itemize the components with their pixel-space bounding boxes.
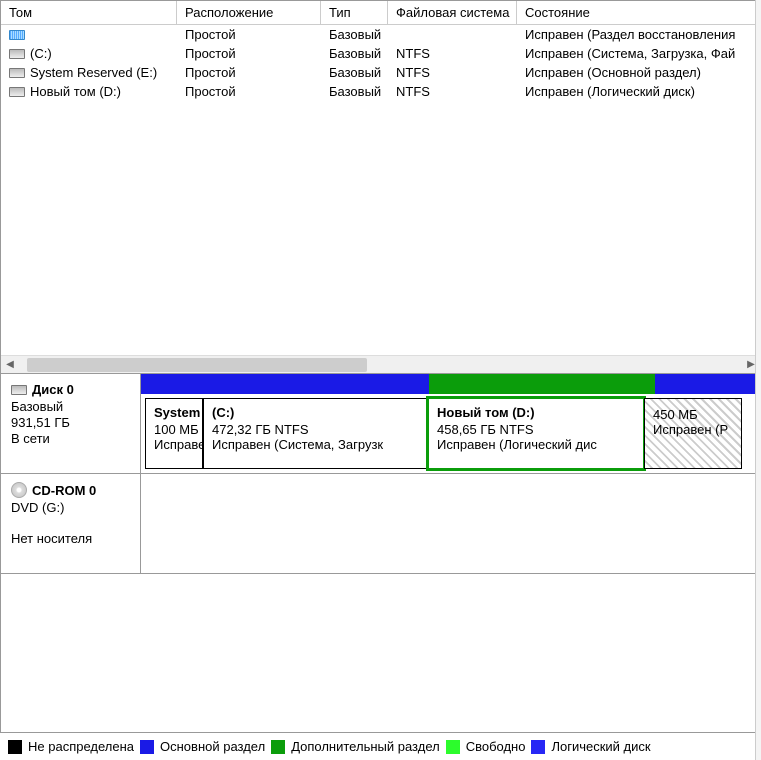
disk-type: Базовый — [11, 399, 130, 414]
disk-size — [11, 516, 130, 530]
volume-row[interactable]: (C:) Простой Базовый NTFS Исправен (Сист… — [1, 44, 760, 63]
partition-system[interactable]: System 100 МБ Исправен — [145, 398, 203, 469]
volume-row[interactable]: System Reserved (E:) Простой Базовый NTF… — [1, 63, 760, 82]
volume-row[interactable]: Простой Базовый Исправен (Раздел восстан… — [1, 25, 760, 44]
col-header-status[interactable]: Состояние — [517, 1, 757, 24]
volume-type: Базовый — [321, 64, 388, 81]
col-header-type[interactable]: Тип — [321, 1, 388, 24]
volume-name: Новый том (D:) — [30, 84, 121, 99]
partition-size: 450 МБ — [653, 407, 733, 422]
col-header-layout[interactable]: Расположение — [177, 1, 321, 24]
partition-status: Исправен (Р — [653, 422, 733, 437]
disk-type: DVD (G:) — [11, 500, 130, 515]
legend-swatch-extended — [271, 740, 285, 754]
partition-title: System — [154, 405, 194, 420]
legend-swatch-logical — [531, 740, 545, 754]
disk-info: CD-ROM 0 DVD (G:) Нет носителя — [1, 474, 141, 573]
partition-recovery[interactable]: 450 МБ Исправен (Р — [644, 398, 742, 469]
partition-size: 458,65 ГБ NTFS — [437, 422, 635, 437]
volume-list-header: Том Расположение Тип Файловая система Со… — [1, 1, 760, 25]
disk-state: В сети — [11, 431, 130, 446]
legend-label: Свободно — [466, 739, 526, 754]
legend-label: Не распределена — [28, 739, 134, 754]
volume-icon — [9, 68, 25, 78]
volume-type: Базовый — [321, 45, 388, 62]
col-header-volume[interactable]: Том — [1, 1, 177, 24]
scroll-thumb[interactable] — [27, 358, 367, 372]
disk-header-bar — [141, 374, 760, 394]
volume-status: Исправен (Система, Загрузка, Фай — [517, 45, 757, 62]
hdd-icon — [11, 385, 27, 395]
disk-map: Диск 0 Базовый 931,51 ГБ В сети System 1… — [1, 373, 760, 574]
partition-title: (C:) — [212, 405, 419, 420]
volume-fs: NTFS — [388, 83, 517, 100]
partition-size: 100 МБ — [154, 422, 194, 437]
partition-status: Исправен (Система, Загрузк — [212, 437, 419, 452]
primary-region-bar — [141, 374, 429, 394]
legend-swatch-primary — [140, 740, 154, 754]
legend-label: Основной раздел — [160, 739, 265, 754]
primary-region-bar — [655, 374, 760, 394]
volume-name: System Reserved (E:) — [30, 65, 157, 80]
volume-status: Исправен (Основной раздел) — [517, 64, 757, 81]
volume-status: Исправен (Раздел восстановления — [517, 26, 757, 43]
volume-row[interactable]: Новый том (D:) Простой Базовый NTFS Испр… — [1, 82, 760, 101]
legend: Не распределена Основной раздел Дополнит… — [0, 732, 761, 760]
legend-label: Дополнительный раздел — [291, 739, 440, 754]
disk-info: Диск 0 Базовый 931,51 ГБ В сети — [1, 374, 141, 473]
partition-status: Исправен — [154, 437, 194, 452]
partition-title: Новый том (D:) — [437, 405, 635, 420]
legend-swatch-free — [446, 740, 460, 754]
legend-label: Логический диск — [551, 739, 650, 754]
partition-status: Исправен (Логический дис — [437, 437, 635, 452]
scroll-left-icon[interactable]: ◀ — [1, 356, 19, 374]
volume-list[interactable]: Том Расположение Тип Файловая система Со… — [1, 1, 760, 373]
volume-icon — [9, 49, 25, 59]
volume-name: (C:) — [30, 46, 52, 61]
cdrom-icon — [11, 482, 27, 498]
disk-title: CD-ROM 0 — [32, 483, 96, 498]
disk-row-cdrom[interactable]: CD-ROM 0 DVD (G:) Нет носителя — [1, 474, 760, 574]
disk-state: Нет носителя — [11, 531, 130, 546]
partition-size: 472,32 ГБ NTFS — [212, 422, 419, 437]
volume-layout: Простой — [177, 26, 321, 43]
volume-type: Базовый — [321, 83, 388, 100]
disk-size: 931,51 ГБ — [11, 415, 130, 430]
legend-swatch-unallocated — [8, 740, 22, 754]
volume-type: Базовый — [321, 26, 388, 43]
col-header-filesystem[interactable]: Файловая система — [388, 1, 517, 24]
volume-layout: Простой — [177, 45, 321, 62]
volume-layout: Простой — [177, 64, 321, 81]
volume-icon — [9, 87, 25, 97]
scroll-track[interactable] — [19, 356, 742, 374]
volume-status: Исправен (Логический диск) — [517, 83, 757, 100]
partition-map: System 100 МБ Исправен (C:) 472,32 ГБ NT… — [141, 374, 760, 473]
volume-icon — [9, 30, 25, 40]
volume-fs: NTFS — [388, 45, 517, 62]
partition-c[interactable]: (C:) 472,32 ГБ NTFS Исправен (Система, З… — [203, 398, 428, 469]
disk-row-disk0[interactable]: Диск 0 Базовый 931,51 ГБ В сети System 1… — [1, 374, 760, 474]
volume-layout: Простой — [177, 83, 321, 100]
disk-title: Диск 0 — [32, 382, 74, 397]
vertical-scrollbar[interactable] — [755, 0, 761, 760]
extended-region-bar — [429, 374, 655, 394]
partition-map-empty — [141, 474, 760, 573]
partition-d-selected[interactable]: Новый том (D:) 458,65 ГБ NTFS Исправен (… — [426, 396, 646, 471]
volume-fs: NTFS — [388, 64, 517, 81]
volume-fs — [388, 26, 517, 43]
horizontal-scrollbar[interactable]: ◀ ▶ — [1, 355, 760, 373]
